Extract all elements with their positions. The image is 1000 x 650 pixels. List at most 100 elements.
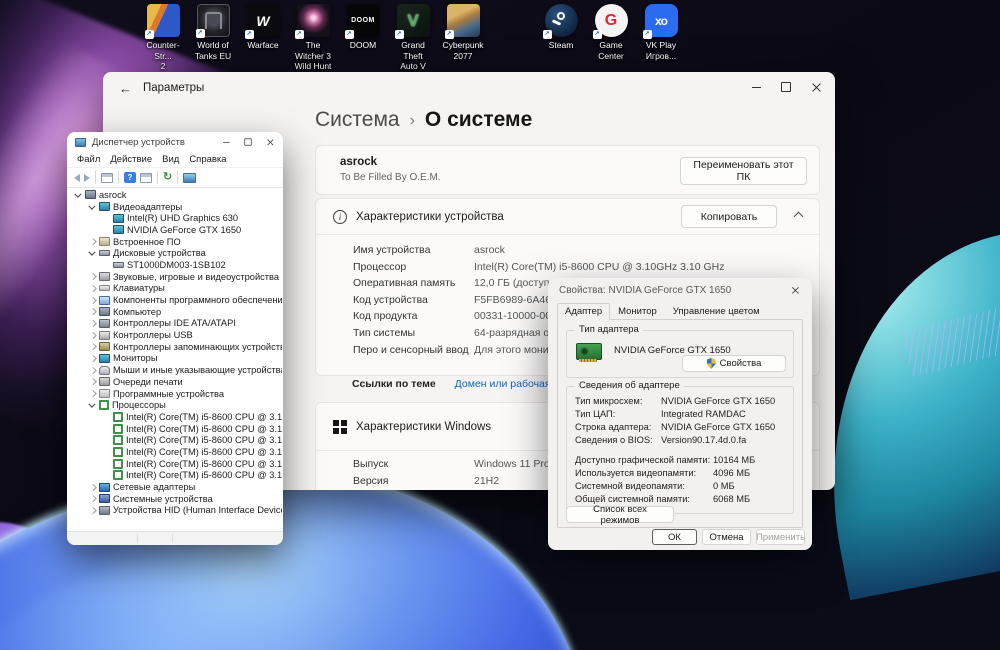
menu-item-Вид[interactable]: Вид [157, 153, 184, 166]
tree-item[interactable]: Контроллеры USB [68, 329, 282, 341]
desktop-shortcut-world-of-tanks-eu[interactable]: ↗ World of Tanks EU [191, 4, 235, 72]
desktop-shortcut-doom[interactable]: DOOM ↗ DOOM [341, 4, 385, 72]
tree-item[interactable]: Устройства HID (Human Interface Devices) [68, 505, 282, 517]
menu-item-Справка[interactable]: Справка [184, 153, 231, 166]
expander-open-icon[interactable] [88, 400, 98, 410]
tree-item[interactable]: Процессоры [68, 399, 282, 411]
minimize-icon[interactable] [218, 135, 234, 149]
expander-closed-icon[interactable] [88, 342, 98, 352]
desktop-shortcut-steam[interactable]: ↗ Steam [539, 4, 583, 72]
tree-item[interactable]: Intel(R) Core(TM) i5-8600 CPU @ 3.10GHz [68, 446, 282, 458]
close-icon[interactable] [262, 135, 278, 149]
tree-item-label: Видеоадаптеры [113, 201, 183, 212]
shortcut-label: Counter-Str... 2 [146, 40, 180, 72]
tree-item[interactable]: Intel(R) Core(TM) i5-8600 CPU @ 3.10GHz [68, 458, 282, 470]
tree-item[interactable]: Контроллеры запоминающих устройств [68, 341, 282, 353]
toolbar-help-icon[interactable]: ? [124, 171, 136, 185]
tree-item[interactable]: Intel(R) Core(TM) i5-8600 CPU @ 3.10GHz [68, 434, 282, 446]
expander-open-icon[interactable] [88, 202, 98, 212]
cancel-button[interactable]: Отмена [702, 529, 751, 545]
wallpaper-sparkles [901, 305, 1000, 377]
toolbar-properties-icon[interactable] [140, 171, 152, 185]
tree-item[interactable]: ST1000DM003-1SB102 [68, 259, 282, 271]
expander-open-icon[interactable] [88, 248, 98, 258]
expander-closed-icon[interactable] [88, 295, 98, 305]
desktop-shortcut-warface[interactable]: W ↗ Warface [241, 4, 285, 72]
tree-item[interactable]: Компьютер [68, 306, 282, 318]
tab-Управление цветом[interactable]: Управление цветом [665, 303, 768, 319]
toolbar-back-icon[interactable] [74, 171, 80, 185]
expander-closed-icon[interactable] [88, 494, 98, 504]
expander-none [102, 424, 112, 434]
adapter-properties-button[interactable]: Свойства [682, 355, 786, 372]
tree-item[interactable]: Программные устройства [68, 388, 282, 400]
gpu-icon [113, 225, 124, 235]
desktop-shortcut-vk-play[interactable]: xo ↗ VK Play Игров... [639, 4, 683, 72]
desktop-shortcut-cyberpunk-2077[interactable]: ↗ Cyberpunk 2077 [441, 4, 485, 72]
tree-item[interactable]: NVIDIA GeForce GTX 1650 [68, 224, 282, 236]
expander-closed-icon[interactable] [88, 389, 98, 399]
tree-item-label: Очереди печати [113, 376, 183, 387]
maximize-icon[interactable] [240, 135, 256, 149]
copy-button[interactable]: Копировать [681, 205, 777, 228]
tab-Адаптер[interactable]: Адаптер [557, 303, 611, 320]
menu-item-Файл[interactable]: Файл [72, 153, 105, 166]
menu-item-Действие[interactable]: Действие [105, 153, 157, 166]
back-arrow-icon[interactable]: ← [119, 81, 143, 96]
toolbar-console-icon[interactable] [101, 171, 113, 185]
expander-closed-icon[interactable] [88, 330, 98, 340]
close-icon[interactable] [785, 282, 806, 298]
desktop-shortcut-game-center[interactable]: G ↗ Game Center [589, 4, 633, 72]
tree-item[interactable]: Очереди печати [68, 376, 282, 388]
apply-button[interactable]: Применить [756, 529, 805, 545]
breadcrumb-system[interactable]: Система [315, 108, 400, 132]
desktop-shortcut-grand-theft-auto-v[interactable]: V ↗ Grand Theft Auto V [391, 4, 435, 72]
shortcut-arrow-icon: ↗ [344, 30, 354, 39]
expander-closed-icon[interactable] [88, 377, 98, 387]
tree-item[interactable]: Звуковые, игровые и видеоустройства [68, 271, 282, 283]
shortcut-arrow-icon: ↗ [592, 30, 602, 39]
expander-closed-icon[interactable] [88, 307, 98, 317]
desktop-shortcut-counter-strike-2[interactable]: ↗ Counter-Str... 2 [141, 4, 185, 72]
expander-closed-icon[interactable] [88, 353, 98, 363]
info-value: 10164 МБ [713, 455, 756, 465]
expander-closed-icon[interactable] [88, 318, 98, 328]
tree-item[interactable]: Видеоадаптеры [68, 201, 282, 213]
tree-item-label: Сетевые адаптеры [113, 482, 196, 493]
tree-item[interactable]: Intel(R) Core(TM) i5-8600 CPU @ 3.10GHz [68, 423, 282, 435]
list-all-modes-button[interactable]: Список всех режимов [566, 504, 674, 526]
tree-item[interactable]: Дисковые устройства [68, 247, 282, 259]
expander-open-icon[interactable] [74, 190, 84, 200]
expander-closed-icon[interactable] [88, 482, 98, 492]
toolbar-refresh-icon[interactable]: ↻ [163, 171, 172, 185]
tree-item[interactable]: Системные устройства [68, 493, 282, 505]
expander-closed-icon[interactable] [88, 237, 98, 247]
tree-item-label: ST1000DM003-1SB102 [127, 259, 226, 270]
tree-item[interactable]: Intel(R) Core(TM) i5-8600 CPU @ 3.10GHz [68, 411, 282, 423]
expander-closed-icon[interactable] [88, 505, 98, 515]
tree-item[interactable]: Клавиатуры [68, 283, 282, 295]
tree-item[interactable]: Intel(R) UHD Graphics 630 [68, 212, 282, 224]
tab-Монитор[interactable]: Монитор [610, 303, 665, 319]
toolbar-forward-icon[interactable] [84, 171, 90, 185]
expander-closed-icon[interactable] [88, 365, 98, 375]
tree-item[interactable]: Компоненты программного обеспечения [68, 294, 282, 306]
expander-closed-icon[interactable] [88, 283, 98, 293]
tree-item-label: Intel(R) Core(TM) i5-8600 CPU @ 3.10GHz [126, 411, 282, 422]
toolbar-monitor-icon[interactable] [183, 171, 197, 185]
device-manager-statusbar [67, 531, 283, 545]
shortcut-label: VK Play Игров... [645, 40, 677, 61]
rename-pc-button[interactable]: Переименовать этот ПК [680, 157, 807, 185]
desktop-shortcut-the-witcher-3-wild-hunt[interactable]: ↗ The Witcher 3 Wild Hunt [291, 4, 335, 72]
info-label: Тип микросхем: [575, 396, 643, 406]
tree-item[interactable]: Контроллеры IDE ATA/ATAPI [68, 318, 282, 330]
expander-closed-icon[interactable] [88, 272, 98, 282]
tree-item[interactable]: Intel(R) Core(TM) i5-8600 CPU @ 3.10GHz [68, 470, 282, 482]
tree-item[interactable]: Встроенное ПО [68, 236, 282, 248]
ok-button[interactable]: ОК [652, 529, 697, 545]
tree-item-label: Intel(R) Core(TM) i5-8600 CPU @ 3.10GHz [126, 435, 282, 446]
tree-item[interactable]: Мыши и иные указывающие устройства [68, 364, 282, 376]
tree-item[interactable]: asrock [68, 189, 282, 201]
tree-item[interactable]: Мониторы [68, 353, 282, 365]
tree-item[interactable]: Сетевые адаптеры [68, 481, 282, 493]
